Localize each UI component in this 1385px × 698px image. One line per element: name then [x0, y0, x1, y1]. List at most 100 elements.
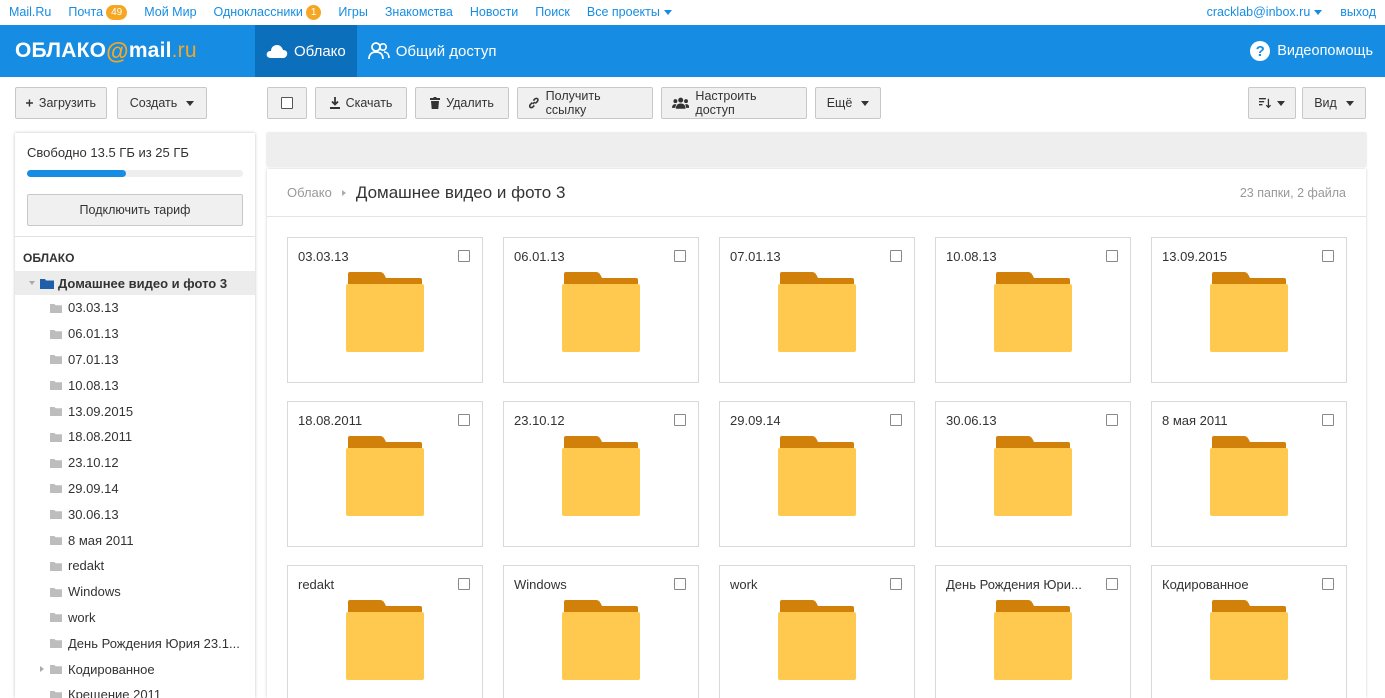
- folder-icon: [50, 613, 62, 623]
- folder-checkbox[interactable]: [1322, 414, 1334, 426]
- folder-card[interactable]: 30.06.13: [935, 401, 1131, 547]
- portal-link-ok[interactable]: Одноклассники 1: [213, 4, 322, 20]
- folder-card[interactable]: 10.08.13: [935, 237, 1131, 383]
- delete-label: Удалить: [446, 96, 494, 110]
- tree-item[interactable]: 03.03.13: [15, 295, 255, 321]
- portal-link-ok-label: Одноклассники: [213, 5, 303, 19]
- folder-card[interactable]: 18.08.2011: [287, 401, 483, 547]
- folder-checkbox[interactable]: [674, 414, 686, 426]
- tree-item[interactable]: 18.08.2011: [15, 424, 255, 450]
- folder-icon: [994, 272, 1072, 352]
- connect-tariff-button[interactable]: Подключить тариф: [27, 194, 243, 226]
- folder-icon: [562, 600, 640, 680]
- delete-button[interactable]: Удалить: [415, 87, 509, 119]
- portal-link-all-projects[interactable]: Все проекты: [587, 5, 672, 19]
- tree-item[interactable]: Крещение 2011: [15, 682, 255, 698]
- get-link-button[interactable]: Получить ссылку: [517, 87, 653, 119]
- portal-link-news[interactable]: Новости: [470, 5, 518, 19]
- configure-access-button[interactable]: Настроить доступ: [661, 87, 807, 119]
- tree-item[interactable]: Windows: [15, 579, 255, 605]
- folder-checkbox[interactable]: [458, 250, 470, 262]
- chevron-down-icon[interactable]: [29, 281, 35, 285]
- tree-item[interactable]: День Рождения Юрия 23.1...: [15, 630, 255, 656]
- folder-checkbox[interactable]: [1106, 414, 1118, 426]
- folder-checkbox[interactable]: [674, 578, 686, 590]
- folder-checkbox[interactable]: [458, 578, 470, 590]
- folder-checkbox[interactable]: [1322, 250, 1334, 262]
- quota-bar-fill: [27, 170, 127, 177]
- folder-card[interactable]: 06.01.13: [503, 237, 699, 383]
- folder-card[interactable]: 29.09.14: [719, 401, 915, 547]
- folder-card[interactable]: redakt: [287, 565, 483, 698]
- folder-card[interactable]: 8 мая 2011: [1151, 401, 1347, 547]
- tree-item[interactable]: 13.09.2015: [15, 398, 255, 424]
- breadcrumb-root[interactable]: Облако: [287, 185, 332, 200]
- folder-card[interactable]: 07.01.13: [719, 237, 915, 383]
- user-menu[interactable]: cracklab@inbox.ru: [1207, 5, 1323, 19]
- tree-item[interactable]: 23.10.12: [15, 450, 255, 476]
- logout-link[interactable]: выход: [1340, 5, 1376, 19]
- chevron-down-icon: [1314, 9, 1323, 15]
- tree-item-label: 06.01.13: [68, 326, 119, 342]
- folder-card[interactable]: Windows: [503, 565, 699, 698]
- download-button[interactable]: Скачать: [315, 87, 407, 119]
- configure-access-label: Настроить доступ: [695, 89, 757, 117]
- folder-card[interactable]: 13.09.2015: [1151, 237, 1347, 383]
- folder-card[interactable]: work: [719, 565, 915, 698]
- sort-button[interactable]: [1248, 87, 1296, 119]
- view-button[interactable]: Вид: [1302, 87, 1366, 119]
- portal-link-games[interactable]: Игры: [338, 5, 367, 19]
- tree-item[interactable]: 10.08.13: [15, 372, 255, 398]
- folder-name: 03.03.13: [298, 249, 349, 264]
- folder-card[interactable]: Кодированное: [1151, 565, 1347, 698]
- folder-checkbox[interactable]: [1106, 578, 1118, 590]
- logo-ru: .ru: [171, 39, 197, 62]
- more-button[interactable]: Ещё: [815, 87, 881, 119]
- logo-at: @: [106, 37, 129, 64]
- tree-item[interactable]: Кодированное: [15, 656, 255, 682]
- create-button[interactable]: Создать: [117, 87, 207, 119]
- portal-link-mail[interactable]: Почта 49: [68, 4, 128, 20]
- tree-item-label: 8 мая 2011: [68, 532, 134, 548]
- help-icon: ?: [1250, 41, 1271, 61]
- folder-checkbox[interactable]: [1322, 578, 1334, 590]
- folder-checkbox[interactable]: [1106, 250, 1118, 262]
- folder-checkbox[interactable]: [458, 414, 470, 426]
- breadcrumb: Облако Домашнее видео и фото 3 23 папки,…: [267, 169, 1366, 217]
- portal-link-myworld[interactable]: Мой Мир: [144, 5, 196, 19]
- folder-checkbox[interactable]: [890, 578, 902, 590]
- upload-dropzone-bar: [267, 133, 1366, 166]
- portal-bar: Mail.Ru Почта 49 Мой Мир Одноклассники 1 И…: [0, 0, 1385, 24]
- tree-item[interactable]: work: [15, 605, 255, 631]
- upload-button[interactable]: Загрузить: [15, 87, 107, 119]
- tree-root-folder[interactable]: Домашнее видео и фото 3: [15, 271, 255, 295]
- chevron-right-icon[interactable]: [40, 666, 44, 673]
- tree-item[interactable]: 06.01.13: [15, 321, 255, 347]
- select-all-button[interactable]: [267, 87, 307, 119]
- video-help-link[interactable]: ? Видеопомощь: [1250, 41, 1373, 61]
- portal-link-mailru[interactable]: Mail.Ru: [9, 5, 51, 19]
- portal-link-search[interactable]: Поиск: [535, 5, 570, 19]
- tree-item-label: redakt: [68, 558, 105, 574]
- folder-icon: [346, 436, 424, 516]
- tab-cloud[interactable]: Облако: [255, 25, 357, 77]
- folder-checkbox[interactable]: [890, 414, 902, 426]
- folder-card[interactable]: День Рождения Юри...: [935, 565, 1131, 698]
- quota-bar: [27, 170, 243, 177]
- tree-item[interactable]: redakt: [15, 553, 255, 579]
- chevron-right-icon: [341, 189, 346, 196]
- folder-checkbox[interactable]: [674, 250, 686, 262]
- tree-item[interactable]: 30.06.13: [15, 501, 255, 527]
- tab-shared[interactable]: Общий доступ: [357, 25, 508, 77]
- folder-checkbox[interactable]: [890, 250, 902, 262]
- tree-item[interactable]: 29.09.14: [15, 476, 255, 502]
- folder-card[interactable]: 23.10.12: [503, 401, 699, 547]
- logo[interactable]: ОБЛАКО @ mail .ru: [0, 38, 255, 65]
- folder-icon: [346, 600, 424, 680]
- tree-item[interactable]: 8 мая 2011: [15, 527, 255, 553]
- folder-icon: [50, 355, 62, 365]
- tree-item[interactable]: 07.01.13: [15, 347, 255, 373]
- logo-cloud: ОБЛАКО: [15, 39, 107, 62]
- folder-card[interactable]: 03.03.13: [287, 237, 483, 383]
- portal-link-dating[interactable]: Знакомства: [385, 5, 453, 19]
